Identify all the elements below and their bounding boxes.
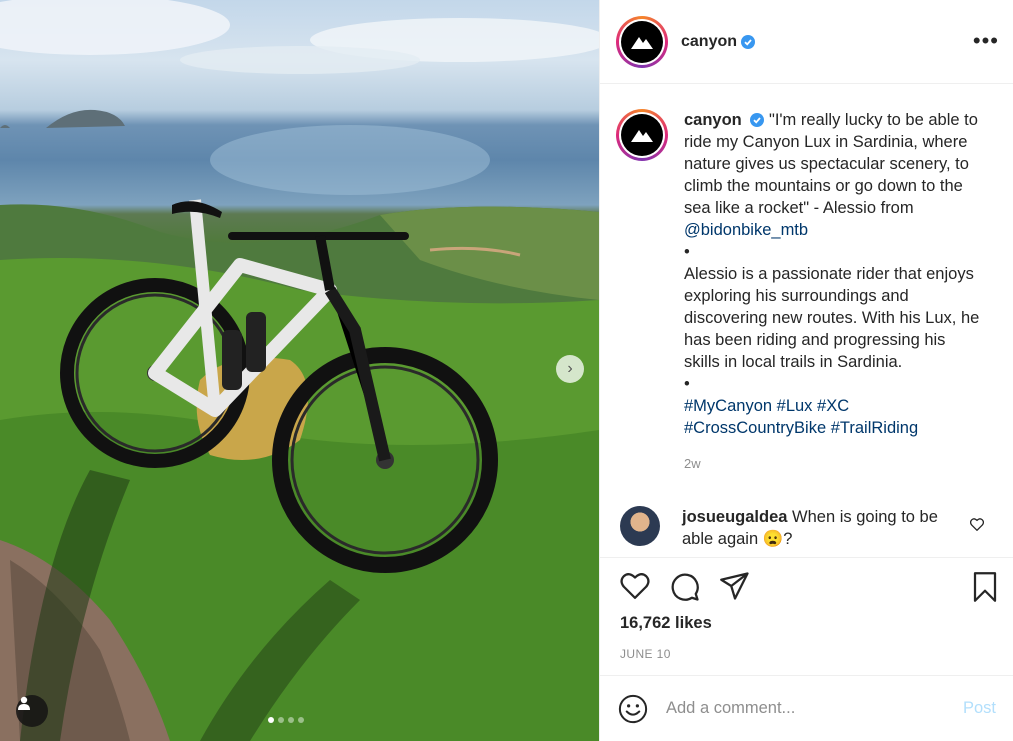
story-ring[interactable] [616, 109, 668, 161]
more-options-icon[interactable]: ••• [973, 28, 999, 54]
carousel-dot [288, 717, 294, 723]
commenter-avatar[interactable] [620, 506, 660, 546]
post-photo[interactable]: › [0, 0, 599, 741]
story-ring[interactable] [616, 15, 668, 68]
post-comment-button[interactable]: Post [963, 699, 996, 718]
tagged-users-button[interactable] [16, 695, 48, 727]
hashtag-link[interactable]: #TrailRiding [831, 419, 918, 437]
carousel-dot [298, 717, 304, 723]
avatar[interactable] [621, 20, 663, 63]
heart-icon[interactable] [620, 572, 650, 600]
post-detail-panel: canyon ••• canyon "I'm really lucky to b… [599, 0, 1013, 741]
caption-bullet: • [684, 375, 690, 393]
commenter-username[interactable]: josueugaldea [682, 508, 787, 526]
bike-photo-illustration [0, 0, 599, 741]
next-photo-button[interactable]: › [556, 355, 584, 383]
hashtag-list: #MyCanyon #Lux #XC #CrossCountryBike #Tr… [684, 395, 984, 439]
action-bar [600, 557, 1013, 618]
caption: canyon "I'm really lucky to be able to r… [600, 85, 1013, 475]
bookmark-icon[interactable] [972, 572, 998, 602]
smiley-icon[interactable] [618, 694, 648, 724]
mention-link[interactable]: @bidonbike_mtb [684, 221, 808, 239]
comment-input[interactable] [666, 699, 946, 718]
carousel-dot [278, 717, 284, 723]
hashtag-link[interactable]: #CrossCountryBike [684, 419, 826, 437]
caption-username[interactable]: canyon [684, 111, 742, 129]
post-date[interactable]: JUNE 10 [620, 647, 671, 661]
comments-section: canyon "I'm really lucky to be able to r… [600, 85, 1013, 557]
hashtag-link[interactable]: #XC [817, 397, 849, 415]
heart-icon[interactable] [970, 518, 984, 531]
canyon-logo-icon [631, 130, 653, 142]
hashtag-link[interactable]: #Lux [777, 397, 813, 415]
like-count[interactable]: 16,762 likes [620, 614, 712, 633]
post-age[interactable]: 2w [684, 453, 984, 475]
avatar[interactable] [621, 114, 663, 156]
comment-bubble-icon[interactable] [670, 572, 700, 602]
carousel-dot [268, 717, 274, 723]
paper-plane-icon[interactable] [720, 572, 750, 600]
canyon-logo-icon [631, 36, 653, 49]
post-author-username[interactable]: canyon [681, 33, 737, 51]
caption-bullet: • [684, 243, 690, 261]
comment-composer: Post [600, 675, 1013, 741]
chevron-right-icon: › [567, 360, 573, 377]
hashtag-link[interactable]: #MyCanyon [684, 397, 772, 415]
user-tag-icon [18, 696, 30, 710]
verified-badge-icon [750, 113, 765, 127]
carousel-indicator [268, 717, 304, 723]
comment-item: josueugaldea When is going to be able ag… [620, 506, 1000, 550]
post-header: canyon ••• [600, 0, 1013, 84]
caption-body: Alessio is a passionate rider that enjoy… [684, 265, 980, 371]
verified-badge-icon [741, 34, 756, 49]
